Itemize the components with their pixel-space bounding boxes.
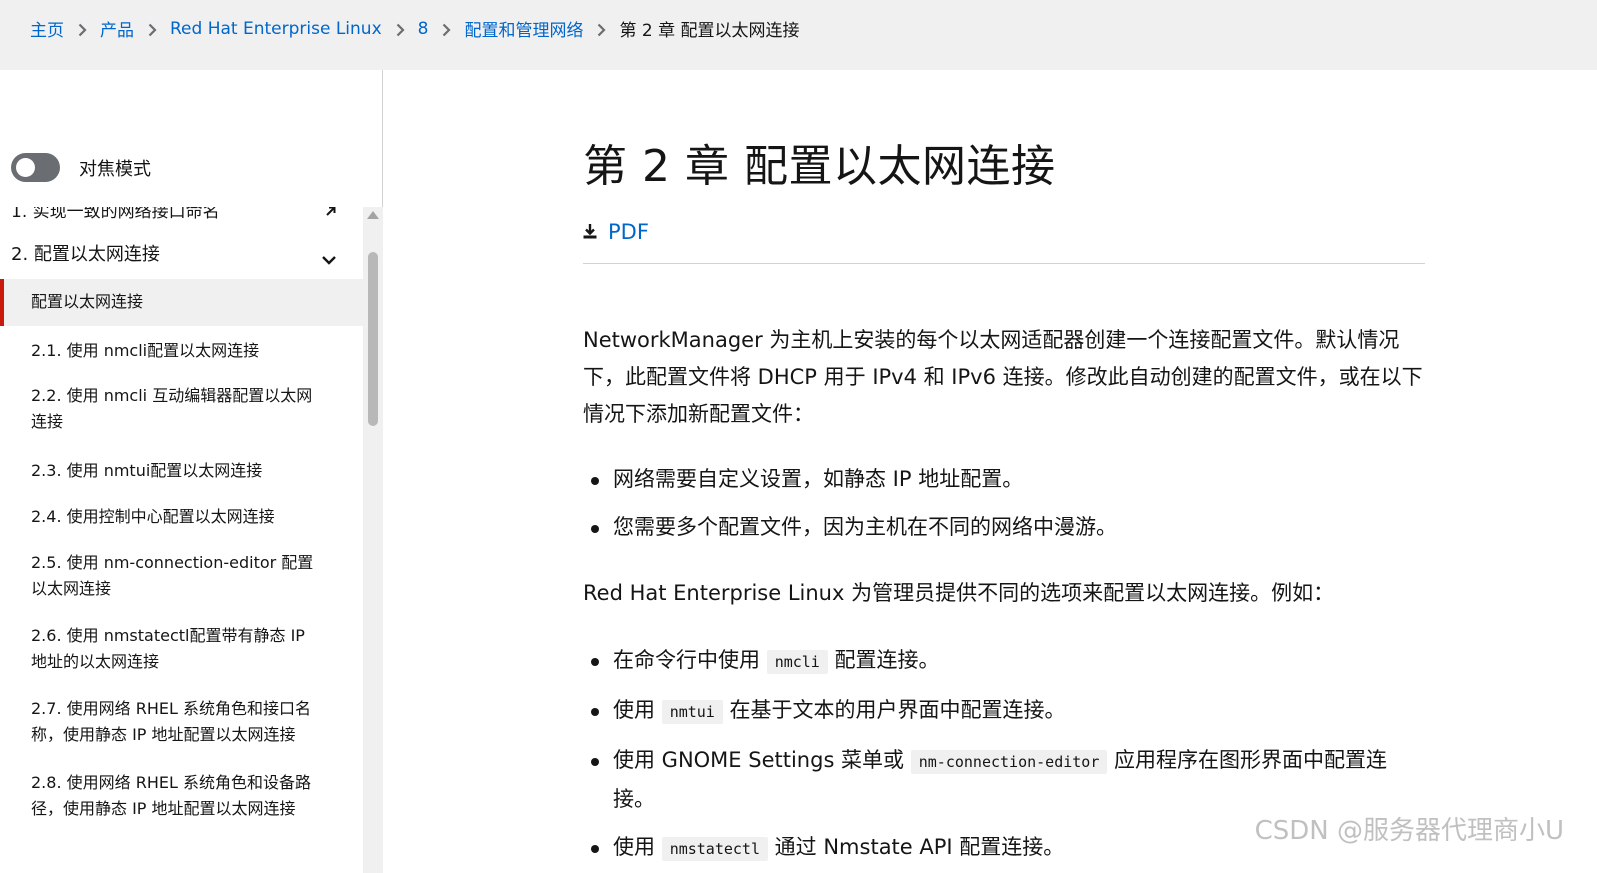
focus-mode-toggle[interactable] — [11, 153, 60, 182]
list-item: 使用 GNOME Settings 菜单或 nm-connection-edit… — [583, 742, 1425, 818]
code-nmstatectl: nmstatectl — [661, 837, 768, 861]
download-icon — [583, 220, 597, 244]
pdf-download-link[interactable]: PDF — [583, 220, 649, 244]
breadcrumb-products[interactable]: 产品 — [100, 16, 134, 41]
list-item: 网络需要自定义设置，如静态 IP 地址配置。 — [583, 461, 1425, 498]
toc-item-2-4[interactable]: 2.4. 使用控制中心配置以太网连接 — [0, 504, 363, 530]
toc-item-2-7[interactable]: 2.7. 使用网络 RHEL 系统角色和接口名称，使用静态 IP 地址配置以太网… — [0, 696, 363, 748]
toc-item-2-8[interactable]: 2.8. 使用网络 RHEL 系统角色和设备路径，使用静态 IP 地址配置以太网… — [0, 770, 363, 822]
toc-item-active[interactable]: 配置以太网连接 — [0, 279, 363, 326]
watermark: CSDN @服务器代理商小U — [1254, 816, 1564, 846]
breadcrumb-version[interactable]: 8 — [418, 19, 429, 39]
option-text: 使用 GNOME Settings 菜单或 — [613, 748, 911, 772]
code-nmtui: nmtui — [661, 700, 723, 724]
toc-item-2-3[interactable]: 2.3. 使用 nmtui配置以太网连接 — [0, 458, 363, 484]
chevron-right-icon — [148, 23, 157, 37]
breadcrumb-rhel[interactable]: Red Hat Enterprise Linux — [170, 19, 382, 39]
toc-item-label: 2. 配置以太网连接 — [11, 244, 160, 265]
chevron-down-icon — [321, 247, 337, 275]
toc-item-2-2[interactable]: 2.2. 使用 nmcli 互动编辑器配置以太网连接 — [0, 383, 363, 435]
list-item: 您需要多个配置文件，因为主机在不同的网络中漫游。 — [583, 509, 1425, 546]
option-text: 配置连接。 — [827, 648, 940, 672]
toc-item-chapter-2[interactable]: 2. 配置以太网连接 — [0, 241, 363, 277]
sidebar-scrollbar[interactable] — [363, 207, 383, 873]
toggle-knob — [16, 158, 35, 177]
option-text: 使用 — [613, 835, 662, 859]
toc-item-label: 配置以太网连接 — [31, 292, 144, 311]
option-text: 通过 Nmstate API 配置连接。 — [768, 835, 1065, 859]
scroll-up-arrow-icon[interactable] — [367, 211, 379, 219]
focus-mode-row: 对焦模式 — [11, 153, 151, 182]
chevron-right-icon — [396, 23, 405, 37]
option-text: 使用 — [613, 698, 662, 722]
option-text: 在命令行中使用 — [613, 648, 767, 672]
scrollbar-thumb[interactable] — [368, 252, 378, 426]
intro-paragraph: NetworkManager 为主机上安装的每个以太网适配器创建一个连接配置文件… — [583, 328, 1423, 426]
breadcrumb-guide[interactable]: 配置和管理网络 — [464, 16, 583, 41]
toc-item-2-6[interactable]: 2.6. 使用 nmstatectl配置带有静态 IP 地址的以太网连接 — [0, 623, 363, 675]
toc-item-chapter-1[interactable]: 1. 实现一致的网络接口命名 — [0, 207, 363, 223]
divider — [583, 263, 1425, 264]
cases-list: 网络需要自定义设置，如静态 IP 地址配置。 您需要多个配置文件，因为主机在不同… — [583, 461, 1425, 546]
table-of-contents: 1. 实现一致的网络接口命名 2. 配置以太网连接 配置以太网连接 2.1. 使… — [0, 207, 363, 873]
breadcrumb-bar: 主页 产品 Red Hat Enterprise Linux 8 配置和管理网络… — [0, 0, 1597, 70]
toc-item-2-5[interactable]: 2.5. 使用 nm-connection-editor 配置以太网连接 — [0, 550, 363, 602]
breadcrumb: 主页 产品 Red Hat Enterprise Linux 8 配置和管理网络… — [30, 16, 800, 42]
focus-mode-label: 对焦模式 — [79, 158, 151, 180]
code-nmcli: nmcli — [766, 650, 828, 674]
sidebar: 对焦模式 1. 实现一致的网络接口命名 2. 配置以太网连接 配置以太网连接 2… — [0, 70, 383, 873]
chevron-right-icon — [325, 207, 337, 223]
options-intro-paragraph: Red Hat Enterprise Linux 为管理员提供不同的选项来配置以… — [583, 581, 1335, 605]
page-title: 第 2 章 配置以太网连接 — [583, 141, 1056, 192]
list-item: 使用 nmtui 在基于文本的用户界面中配置连接。 — [583, 692, 1425, 731]
list-item: 在命令行中使用 nmcli 配置连接。 — [583, 642, 1425, 681]
toc-item-label: 1. 实现一致的网络接口命名 — [11, 207, 220, 222]
chevron-right-icon — [597, 23, 607, 37]
chevron-right-icon — [442, 23, 452, 37]
breadcrumb-current: 第 2 章 配置以太网连接 — [619, 21, 800, 41]
chevron-right-icon — [78, 23, 87, 37]
toc-item-2-1[interactable]: 2.1. 使用 nmcli配置以太网连接 — [0, 338, 363, 364]
breadcrumb-home[interactable]: 主页 — [30, 16, 64, 41]
code-nm-connection-editor: nm-connection-editor — [910, 750, 1108, 774]
pdf-label: PDF — [608, 220, 649, 244]
option-text: 在基于文本的用户界面中配置连接。 — [722, 698, 1066, 722]
